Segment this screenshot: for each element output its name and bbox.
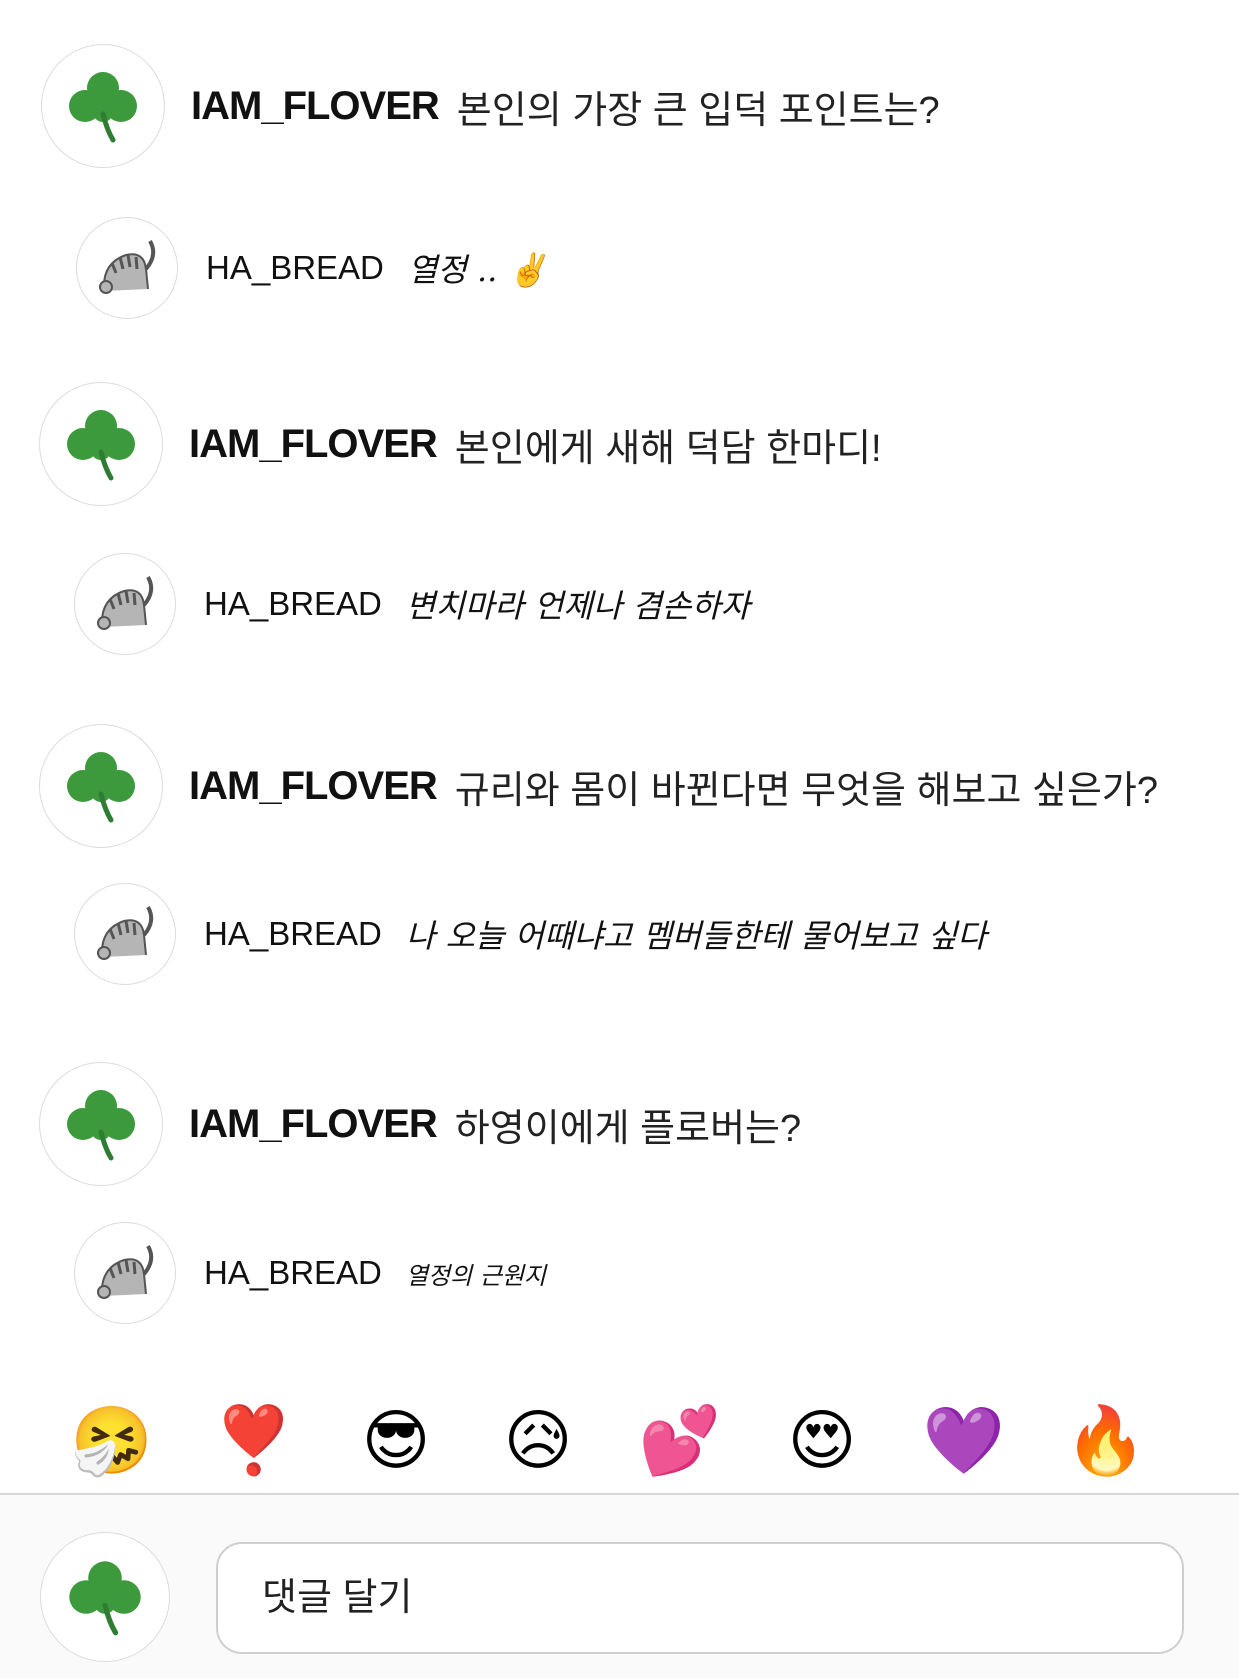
- sad-sweat-face-icon[interactable]: 😥: [467, 1407, 609, 1473]
- clover-icon: [67, 410, 135, 481]
- username[interactable]: HA_BREAD: [204, 1254, 382, 1292]
- avatar[interactable]: [41, 44, 165, 168]
- username[interactable]: IAM_FLOVER: [189, 764, 438, 809]
- emoji-reaction-bar: 🤧 ❣️ 😎 😥 💕 😍 💜 🔥: [0, 1385, 1239, 1495]
- comment-answer: HA_BREAD 열정 .. ✌: [76, 217, 547, 319]
- comment-answer: HA_BREAD 나 오늘 어때냐고 멤버들한테 물어보고 싶다: [74, 883, 987, 985]
- comment-text: 변치마라 언제나 겸손하자: [405, 587, 751, 625]
- username[interactable]: IAM_FLOVER: [191, 84, 440, 129]
- username[interactable]: IAM_FLOVER: [189, 422, 438, 467]
- comment-text: 본인의 가장 큰 입덕 포인트는?: [456, 89, 940, 132]
- comment-question: IAM_FLOVER 본인에게 새해 덕담 한마디!: [39, 382, 882, 506]
- sneezing-face-icon[interactable]: 🤧: [41, 1407, 183, 1473]
- avatar[interactable]: [74, 883, 176, 985]
- comment-question: IAM_FLOVER 하영이에게 플로버는?: [39, 1062, 801, 1186]
- purple-heart-icon[interactable]: 💜: [893, 1407, 1035, 1473]
- sunglasses-face-icon[interactable]: 😎: [325, 1407, 467, 1473]
- comment-text: 열정의 근원지: [405, 1261, 546, 1290]
- comment-text: 열정 .. ✌: [407, 251, 548, 289]
- username[interactable]: IAM_FLOVER: [189, 1102, 438, 1147]
- heart-exclamation-icon[interactable]: ❣️: [183, 1407, 325, 1473]
- comment-compose-bar: [0, 1493, 1239, 1678]
- avatar[interactable]: [74, 553, 176, 655]
- comment-answer: HA_BREAD 열정의 근원지: [74, 1222, 546, 1324]
- two-hearts-icon[interactable]: 💕: [609, 1407, 751, 1473]
- comment-text: 본인에게 새해 덕담 한마디!: [454, 427, 882, 470]
- clover-icon: [69, 72, 137, 143]
- comment-input[interactable]: [260, 1575, 1182, 1621]
- avatar[interactable]: [39, 1062, 163, 1186]
- current-user-avatar[interactable]: [40, 1532, 170, 1662]
- comment-answer: HA_BREAD 변치마라 언제나 겸손하자: [74, 553, 750, 655]
- clover-icon: [67, 1090, 135, 1161]
- avatar[interactable]: [39, 382, 163, 506]
- comment-question: IAM_FLOVER 규리와 몸이 바뀐다면 무엇을 해보고 싶은가?: [39, 724, 1158, 848]
- avatar[interactable]: [74, 1222, 176, 1324]
- username[interactable]: HA_BREAD: [204, 915, 382, 953]
- heart-eyes-face-icon[interactable]: 😍: [751, 1407, 893, 1473]
- comment-text: 나 오늘 어때냐고 멤버들한테 물어보고 싶다: [405, 917, 987, 955]
- cat-icon: [97, 1245, 154, 1299]
- clover-icon: [69, 1561, 141, 1636]
- cat-icon: [97, 906, 154, 960]
- comment-text: 규리와 몸이 바뀐다면 무엇을 해보고 싶은가?: [454, 769, 1159, 812]
- username[interactable]: HA_BREAD: [204, 585, 382, 623]
- avatar[interactable]: [39, 724, 163, 848]
- cat-icon: [99, 240, 156, 294]
- comment-text: 하영이에게 플로버는?: [454, 1107, 802, 1150]
- comment-question: IAM_FLOVER 본인의 가장 큰 입덕 포인트는?: [41, 44, 940, 168]
- clover-icon: [67, 752, 135, 823]
- avatar[interactable]: [76, 217, 178, 319]
- username[interactable]: HA_BREAD: [206, 249, 384, 287]
- comment-input-box[interactable]: [216, 1542, 1184, 1654]
- fire-icon[interactable]: 🔥: [1035, 1407, 1177, 1473]
- cat-icon: [97, 576, 154, 630]
- comment-thread: IAM_FLOVER 본인의 가장 큰 입덕 포인트는? HA_BREAD 열정…: [0, 0, 1239, 1495]
